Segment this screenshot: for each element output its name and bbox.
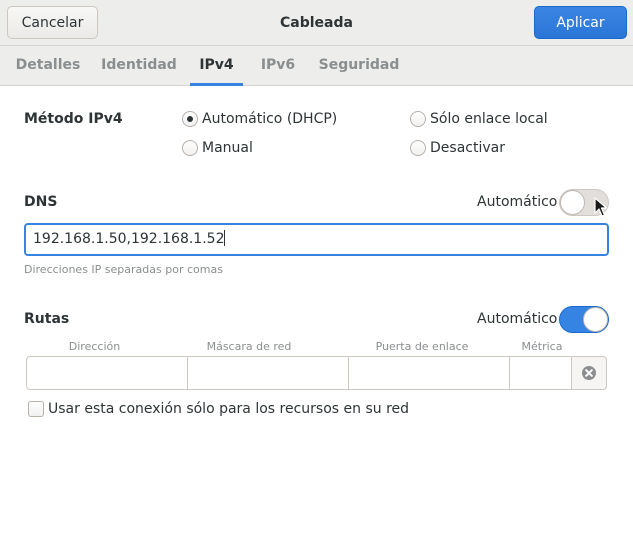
route-address-input[interactable] bbox=[26, 356, 188, 390]
switch-knob bbox=[583, 307, 608, 332]
tab-seguridad[interactable]: Seguridad bbox=[316, 46, 402, 86]
tab-identidad[interactable]: Identidad bbox=[98, 46, 180, 86]
routes-auto-switch[interactable] bbox=[559, 306, 609, 333]
radio-dhcp-label[interactable]: Automático (DHCP) bbox=[202, 111, 337, 127]
dns-auto-label: Automático bbox=[477, 194, 558, 210]
dns-input-value: 192.168.1.50,192.168.1.52 bbox=[33, 231, 225, 247]
route-gateway-input[interactable] bbox=[348, 356, 510, 390]
dns-input[interactable]: 192.168.1.50,192.168.1.52 bbox=[24, 223, 609, 256]
dns-label: DNS bbox=[24, 194, 58, 210]
radio-link-local[interactable] bbox=[410, 111, 426, 127]
route-metric-input[interactable] bbox=[509, 356, 572, 390]
switch-knob bbox=[560, 190, 585, 215]
column-puerta: Puerta de enlace bbox=[375, 340, 469, 353]
routes-label: Rutas bbox=[24, 311, 70, 327]
routes-auto-label: Automático bbox=[477, 311, 558, 327]
cancel-button[interactable]: Cancelar bbox=[7, 6, 98, 39]
radio-manual[interactable] bbox=[182, 140, 198, 156]
radio-dhcp[interactable] bbox=[182, 111, 198, 127]
only-local-label[interactable]: Usar esta conexión sólo para los recurso… bbox=[48, 401, 409, 417]
mouse-pointer-icon bbox=[594, 197, 608, 217]
clear-icon bbox=[582, 366, 596, 380]
column-metrica: Métrica bbox=[521, 340, 563, 353]
tab-ipv6[interactable]: IPv6 bbox=[254, 46, 302, 86]
header-bar: Cableada Cancelar Aplicar bbox=[0, 0, 633, 46]
route-netmask-input[interactable] bbox=[187, 356, 349, 390]
radio-link-local-label[interactable]: Sólo enlace local bbox=[430, 111, 548, 127]
radio-disable[interactable] bbox=[410, 140, 426, 156]
tab-ipv4[interactable]: IPv4 bbox=[190, 46, 243, 86]
route-delete-button[interactable] bbox=[571, 356, 607, 390]
column-mascara: Máscara de red bbox=[206, 340, 292, 353]
dns-hint: Direcciones IP separadas por comas bbox=[24, 263, 223, 276]
tab-detalles[interactable]: Detalles bbox=[8, 46, 88, 86]
only-local-checkbox[interactable] bbox=[28, 401, 44, 417]
radio-disable-label[interactable]: Desactivar bbox=[430, 140, 505, 156]
apply-button[interactable]: Aplicar bbox=[534, 6, 627, 39]
tab-bar: Detalles Identidad IPv4 IPv6 Seguridad bbox=[0, 46, 633, 86]
radio-manual-label[interactable]: Manual bbox=[202, 140, 253, 156]
column-direccion: Dirección bbox=[68, 340, 121, 353]
text-caret bbox=[224, 230, 226, 246]
ipv4-method-label: Método IPv4 bbox=[24, 111, 123, 127]
